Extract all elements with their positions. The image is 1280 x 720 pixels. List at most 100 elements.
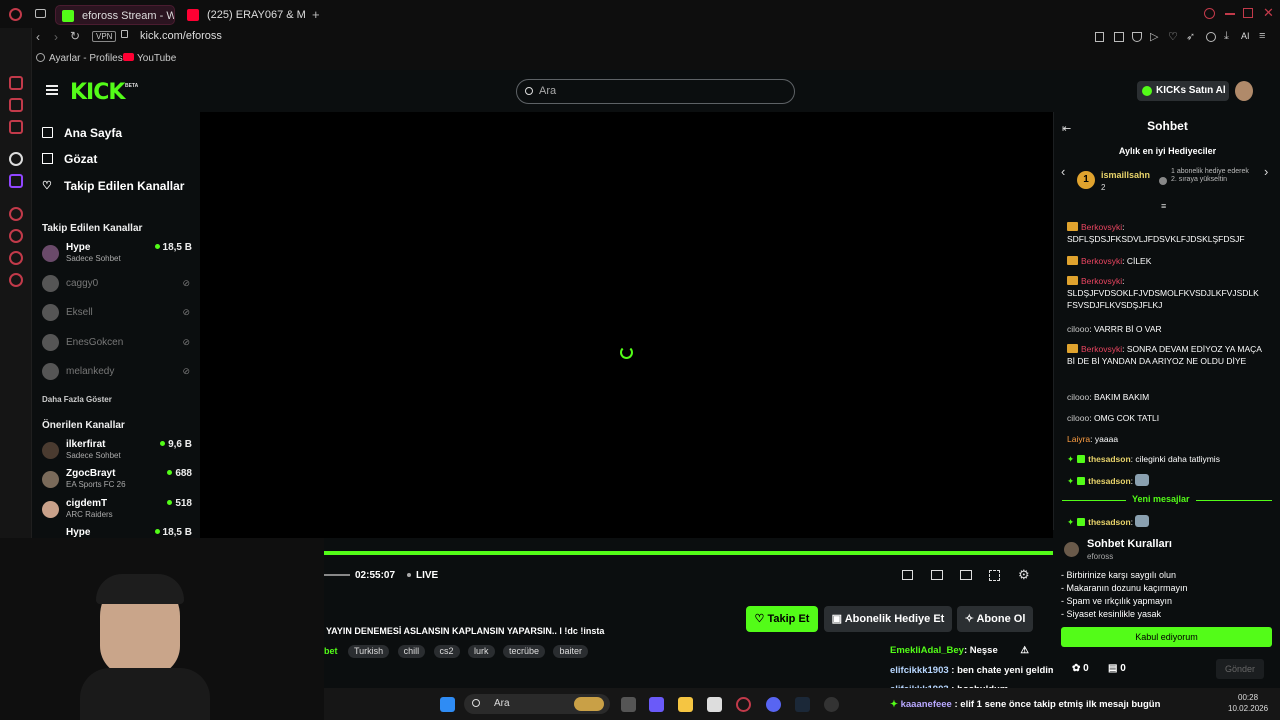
bookmark-profiles[interactable]: Ayarlar - Profiles: [49, 53, 123, 64]
tab-youtube[interactable]: (225) ERAY067 & MAN: [181, 5, 305, 25]
clock-date[interactable]: 10.02.2026: [1228, 704, 1268, 713]
history-icon[interactable]: [9, 229, 23, 243]
recommended-channel[interactable]: ilkerfirat Sadece Sohbet 9,6 B: [42, 438, 192, 464]
steam-icon[interactable]: [795, 697, 810, 712]
nav-browse[interactable]: Gözat: [42, 150, 97, 168]
kick-logo[interactable]: KICK: [70, 80, 125, 105]
settings-gear-icon[interactable]: ⚙: [1018, 567, 1030, 583]
bookmark-youtube[interactable]: YouTube: [137, 53, 176, 64]
tag[interactable]: lurk: [468, 645, 495, 658]
close-window-icon[interactable]: ✕: [1263, 5, 1274, 21]
mini-player-icon[interactable]: [931, 570, 943, 580]
tab-islands-icon[interactable]: [35, 9, 46, 18]
kicks-badge[interactable]: ▤ 0: [1108, 663, 1126, 674]
tag[interactable]: cs2: [433, 645, 460, 658]
snapshot-icon[interactable]: [1114, 32, 1124, 42]
aria-icon[interactable]: [9, 76, 23, 90]
follow-button[interactable]: ♡ Takip Et: [746, 606, 818, 632]
points-badge[interactable]: ✿ 0: [1072, 663, 1089, 674]
gift-badge-icon: [1077, 455, 1086, 463]
gift-sub-button[interactable]: ▣ Abonelik Hediye Et: [824, 606, 952, 632]
download-icon[interactable]: ⤓: [1224, 30, 1229, 43]
chat-message: ✦ thesadson:: [1067, 515, 1263, 528]
followed-channel[interactable]: melankedy ⊘: [42, 359, 192, 385]
tag[interactable]: baiter: [553, 645, 588, 658]
recommended-channel[interactable]: ZgocBrayt EA Sports FC 26 688: [42, 467, 192, 493]
gifter-name[interactable]: ismaillsahn: [1101, 170, 1150, 180]
messenger-icon[interactable]: [9, 98, 23, 112]
forward-icon[interactable]: ›: [54, 30, 58, 44]
instagram-icon[interactable]: [9, 120, 23, 134]
search-tabs-icon[interactable]: [1204, 8, 1215, 19]
tag[interactable]: chill: [397, 645, 426, 658]
maximize-icon[interactable]: [1243, 8, 1253, 18]
show-more-link[interactable]: Daha Fazla Göster: [42, 395, 112, 404]
recommended-channel[interactable]: Hype 18,5 B: [42, 526, 192, 538]
rules-title: Sohbet Kuralları: [1087, 538, 1172, 550]
subscribe-button[interactable]: ✧ Abone Ol: [957, 606, 1033, 632]
channel-avatar: [42, 334, 59, 351]
chat-panel: ⇤ Sohbet Aylık en iyi Hediyeciler ‹ 1 is…: [1053, 112, 1280, 538]
heart-icon[interactable]: ♡: [1168, 30, 1178, 43]
obs-icon[interactable]: [824, 697, 839, 712]
notepad-icon[interactable]: [707, 697, 722, 712]
followed-channel[interactable]: Eksell ⊘: [42, 300, 192, 326]
video-player[interactable]: [200, 112, 1053, 538]
windows-start-icon[interactable]: [440, 697, 455, 712]
hamburger-icon[interactable]: [46, 85, 58, 95]
menu-icon[interactable]: ≡: [1259, 30, 1265, 42]
taskbar-search[interactable]: Ara: [464, 694, 610, 714]
back-icon[interactable]: ‹: [36, 30, 40, 44]
browse-icon: [42, 153, 53, 164]
lock-icon: [121, 30, 128, 38]
send-icon[interactable]: ➶: [1186, 30, 1195, 43]
tag[interactable]: Turkish: [347, 645, 390, 658]
ai-button[interactable]: AI: [1241, 31, 1250, 41]
next-arrow-icon[interactable]: ›: [1264, 164, 1268, 179]
search-input[interactable]: Ara: [516, 79, 795, 104]
tab-kick[interactable]: efoross Stream - Watch: [55, 5, 175, 25]
discord-icon[interactable]: [766, 697, 781, 712]
twitch-icon[interactable]: [9, 174, 23, 188]
chatgpt-icon[interactable]: [9, 152, 23, 166]
expand-gifters-icon[interactable]: ≡: [1161, 201, 1166, 211]
warning-icon: ⚠: [1020, 645, 1029, 656]
nav-following[interactable]: ♡ Takip Edilen Kanallar: [42, 177, 184, 195]
progress-bar[interactable]: [324, 551, 1053, 555]
opera-menu-icon[interactable]: [9, 8, 22, 21]
player-icon[interactable]: [9, 207, 23, 221]
copilot-icon[interactable]: [649, 697, 664, 712]
shield-icon[interactable]: [1132, 32, 1142, 42]
recommended-channel[interactable]: cigdemT ARC Raiders 518: [42, 497, 192, 523]
send-button[interactable]: Gönder: [1216, 659, 1264, 679]
volume-slider[interactable]: [324, 574, 350, 576]
fullscreen-icon[interactable]: [989, 570, 1000, 581]
play-icon[interactable]: ▷: [1150, 30, 1158, 43]
minimize-icon[interactable]: [1225, 13, 1235, 15]
pip-icon[interactable]: [902, 570, 913, 580]
theater-mode-icon[interactable]: [960, 570, 972, 580]
reload-icon[interactable]: ↻: [70, 29, 80, 43]
new-tab-button[interactable]: +: [312, 7, 320, 22]
pin-icon[interactable]: [1095, 32, 1104, 42]
accept-rules-button[interactable]: Kabul ediyorum: [1061, 627, 1272, 647]
prev-arrow-icon[interactable]: ‹: [1061, 164, 1065, 179]
avatar[interactable]: [1235, 81, 1253, 101]
profile-icon[interactable]: [1206, 32, 1216, 42]
extensions-icon[interactable]: [9, 251, 23, 265]
followed-channel[interactable]: caggy0 ⊘: [42, 271, 192, 297]
opera-taskbar-icon[interactable]: [736, 697, 751, 712]
followed-channel[interactable]: EnesGokcen ⊘: [42, 330, 192, 356]
nav-home[interactable]: Ana Sayfa: [42, 124, 122, 142]
category-link[interactable]: bet: [324, 646, 338, 656]
settings-icon[interactable]: [9, 273, 23, 287]
heart-icon: ♡: [754, 613, 768, 625]
followed-channel[interactable]: Hype Sadece Sohbet 18,5 B: [42, 241, 192, 267]
kicks-buy-button[interactable]: KICKs Satın Al: [1137, 81, 1229, 101]
url-field[interactable]: kick.com/efoross: [140, 30, 222, 42]
file-explorer-icon[interactable]: [678, 697, 693, 712]
vpn-badge[interactable]: VPN: [92, 31, 117, 42]
tag[interactable]: tecrübe: [502, 645, 546, 658]
clock-time[interactable]: 00:28: [1238, 693, 1258, 702]
task-view-icon[interactable]: [621, 697, 636, 712]
